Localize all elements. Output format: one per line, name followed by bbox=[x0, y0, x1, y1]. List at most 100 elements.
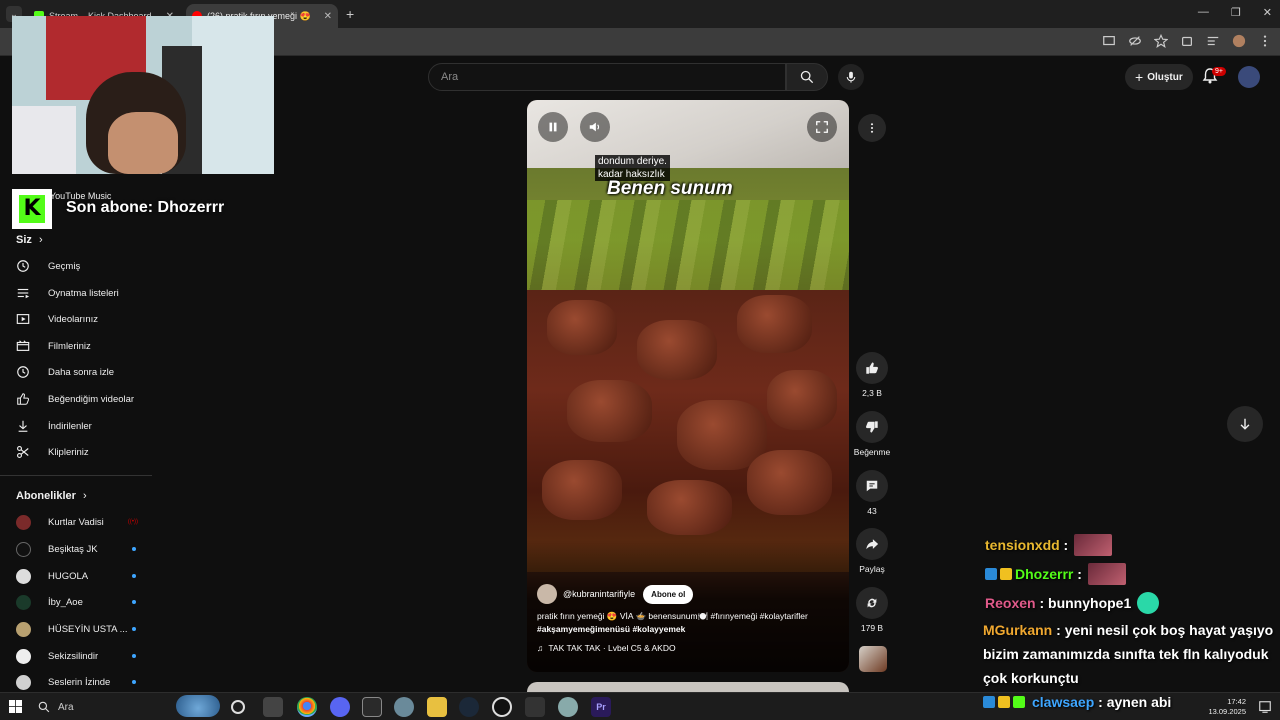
new-tab-button[interactable]: + bbox=[346, 6, 354, 22]
file-explorer-icon[interactable] bbox=[427, 697, 447, 717]
remix-button[interactable] bbox=[856, 587, 888, 619]
cortana-icon[interactable] bbox=[231, 700, 245, 714]
profile-avatar-icon[interactable] bbox=[1232, 34, 1246, 48]
sidebar-item-history[interactable]: Geçmiş bbox=[16, 255, 146, 277]
account-avatar[interactable] bbox=[1238, 66, 1260, 88]
chat-badge-icon bbox=[998, 696, 1010, 708]
taskbar-clock[interactable]: 17:42 13.09.2025 bbox=[1208, 697, 1246, 717]
subscription-sekizsilindir[interactable]: Sekizsilindir bbox=[16, 645, 136, 667]
new-content-dot bbox=[132, 627, 136, 631]
minimize-icon[interactable]: — bbox=[1198, 6, 1209, 19]
close-tab-icon[interactable]: ✕ bbox=[324, 11, 332, 22]
sidebar-item-downloads[interactable]: İndirilenler bbox=[16, 415, 146, 437]
channel-avatar bbox=[16, 594, 31, 610]
music-title: TAK TAK TAK · Lvbel C5 & AKDO bbox=[548, 643, 676, 653]
task-view-icon[interactable] bbox=[263, 697, 283, 717]
browser-menu-icon[interactable] bbox=[1258, 34, 1272, 48]
video-meat-chunk bbox=[637, 320, 717, 380]
obs-icon[interactable] bbox=[492, 697, 512, 717]
mute-button[interactable] bbox=[580, 112, 610, 142]
sound-thumbnail[interactable] bbox=[859, 646, 887, 672]
next-video-button[interactable] bbox=[1227, 406, 1263, 442]
search-button[interactable] bbox=[786, 63, 828, 91]
dislike-action[interactable]: Beğenme bbox=[850, 411, 894, 457]
clock-date: 13.09.2025 bbox=[1208, 707, 1246, 716]
more-options-button[interactable] bbox=[858, 114, 886, 142]
subscription-iby-aoe[interactable]: İby_Aoe bbox=[16, 591, 136, 613]
video-meat-chunk bbox=[567, 380, 652, 442]
chrome-icon[interactable] bbox=[297, 697, 317, 717]
subscription-huseyin-usta[interactable]: HÜSEYİN USTA ... bbox=[16, 618, 136, 640]
subscription-seslerin-izinde[interactable]: Seslerin İzinde bbox=[16, 671, 136, 693]
dolphin-widget-icon[interactable] bbox=[176, 695, 220, 717]
share-button[interactable] bbox=[856, 528, 888, 560]
sidebar-item-clips[interactable]: Klipleriniz bbox=[16, 441, 146, 463]
fullscreen-button[interactable] bbox=[807, 112, 837, 142]
sidebar-item-liked-videos[interactable]: Beğendiğim videolar bbox=[16, 388, 146, 410]
subscribe-button[interactable]: Abone ol bbox=[643, 584, 694, 604]
subscription-besiktas-jk[interactable]: Beşiktaş JK bbox=[16, 538, 136, 560]
search-input[interactable]: Ara bbox=[428, 63, 786, 91]
extensions-icon[interactable] bbox=[1180, 34, 1194, 48]
new-content-dot bbox=[132, 680, 136, 684]
you-section-header[interactable]: Siz › bbox=[16, 234, 43, 246]
apps-grid-icon[interactable] bbox=[525, 697, 545, 717]
remix-action[interactable]: 179 B bbox=[850, 587, 894, 633]
chevron-right-icon: › bbox=[82, 490, 87, 502]
discord-icon[interactable] bbox=[330, 697, 350, 717]
new-content-dot bbox=[132, 547, 136, 551]
short-channel-name[interactable]: @kubranintarifiyle bbox=[563, 589, 635, 599]
shorts-player[interactable]: dondum deriye. kadar haksızlık Benen sun… bbox=[527, 100, 849, 672]
share-action[interactable]: Paylaş bbox=[850, 528, 894, 574]
app-icon[interactable] bbox=[394, 697, 414, 717]
short-channel-avatar[interactable] bbox=[537, 584, 557, 604]
app-icon[interactable] bbox=[558, 697, 578, 717]
fullscreen-icon bbox=[816, 121, 828, 133]
new-content-dot bbox=[132, 654, 136, 658]
sidebar-item-watch-later[interactable]: Daha sonra izle bbox=[16, 361, 146, 383]
comments-action[interactable]: 43 bbox=[850, 470, 894, 516]
chat-message: clawsaep : aynen abi bbox=[983, 694, 1171, 710]
like-count: 2,3 B bbox=[862, 388, 882, 398]
comments-button[interactable] bbox=[856, 470, 888, 502]
webcam-door bbox=[192, 16, 274, 174]
steam-icon[interactable] bbox=[459, 697, 479, 717]
chat-message: Reoxen : bunnyhope1 bbox=[985, 592, 1160, 614]
dislike-button[interactable] bbox=[856, 411, 888, 443]
subscription-hugola[interactable]: HUGOLA bbox=[16, 565, 136, 587]
kick-logo-icon: K bbox=[12, 189, 52, 229]
subscription-kurtlar-vadisi[interactable]: Kurtlar Vadisi ((•)) bbox=[16, 511, 138, 533]
like-action[interactable]: 2,3 B bbox=[850, 352, 894, 398]
voice-search-button[interactable] bbox=[838, 64, 864, 90]
subscriptions-header[interactable]: Abonelikler › bbox=[16, 490, 87, 502]
channel-name: Kurtlar Vadisi bbox=[48, 516, 104, 528]
remix-icon bbox=[867, 598, 877, 608]
like-button[interactable] bbox=[856, 352, 888, 384]
close-window-icon[interactable]: ✕ bbox=[1263, 6, 1272, 19]
sidebar-item-your-videos[interactable]: Videolarınız bbox=[16, 308, 146, 330]
create-button[interactable]: + Oluştur bbox=[1125, 64, 1193, 90]
description-line-2: #akşamyemeğimenüsü #kolayyemek bbox=[537, 624, 686, 634]
epic-games-icon[interactable] bbox=[362, 697, 382, 717]
short-description[interactable]: pratik fırın yemeği 😍 VİA 🍲 benensunum🍽️… bbox=[537, 610, 837, 636]
watch-later-icon bbox=[16, 365, 30, 379]
sidebar-item-playlists[interactable]: Oynatma listeleri bbox=[16, 282, 146, 304]
notification-center-icon[interactable] bbox=[1258, 700, 1272, 714]
media-queue-icon[interactable] bbox=[1206, 34, 1220, 48]
channel-name: Sekizsilindir bbox=[48, 650, 99, 662]
windows-start-icon[interactable] bbox=[9, 700, 22, 713]
bookmark-star-icon[interactable] bbox=[1153, 33, 1169, 48]
clips-icon bbox=[16, 445, 30, 459]
sidebar-item-label: İndirilenler bbox=[48, 420, 92, 432]
short-music-link[interactable]: ♫ TAK TAK TAK · Lvbel C5 & AKDO bbox=[537, 643, 676, 653]
pause-button[interactable] bbox=[538, 112, 568, 142]
tracking-blocked-icon[interactable] bbox=[1128, 34, 1142, 48]
sidebar-item-label: Videolarınız bbox=[48, 313, 98, 325]
sidebar-item-label: Daha sonra izle bbox=[48, 366, 115, 378]
movies-icon bbox=[16, 339, 30, 353]
create-label: Oluştur bbox=[1147, 71, 1183, 83]
premiere-pro-icon[interactable]: Pr bbox=[591, 697, 611, 717]
install-app-icon[interactable] bbox=[1102, 34, 1116, 48]
sidebar-item-movies[interactable]: Filmleriniz bbox=[16, 335, 146, 357]
restore-icon[interactable]: ❐ bbox=[1231, 6, 1241, 19]
